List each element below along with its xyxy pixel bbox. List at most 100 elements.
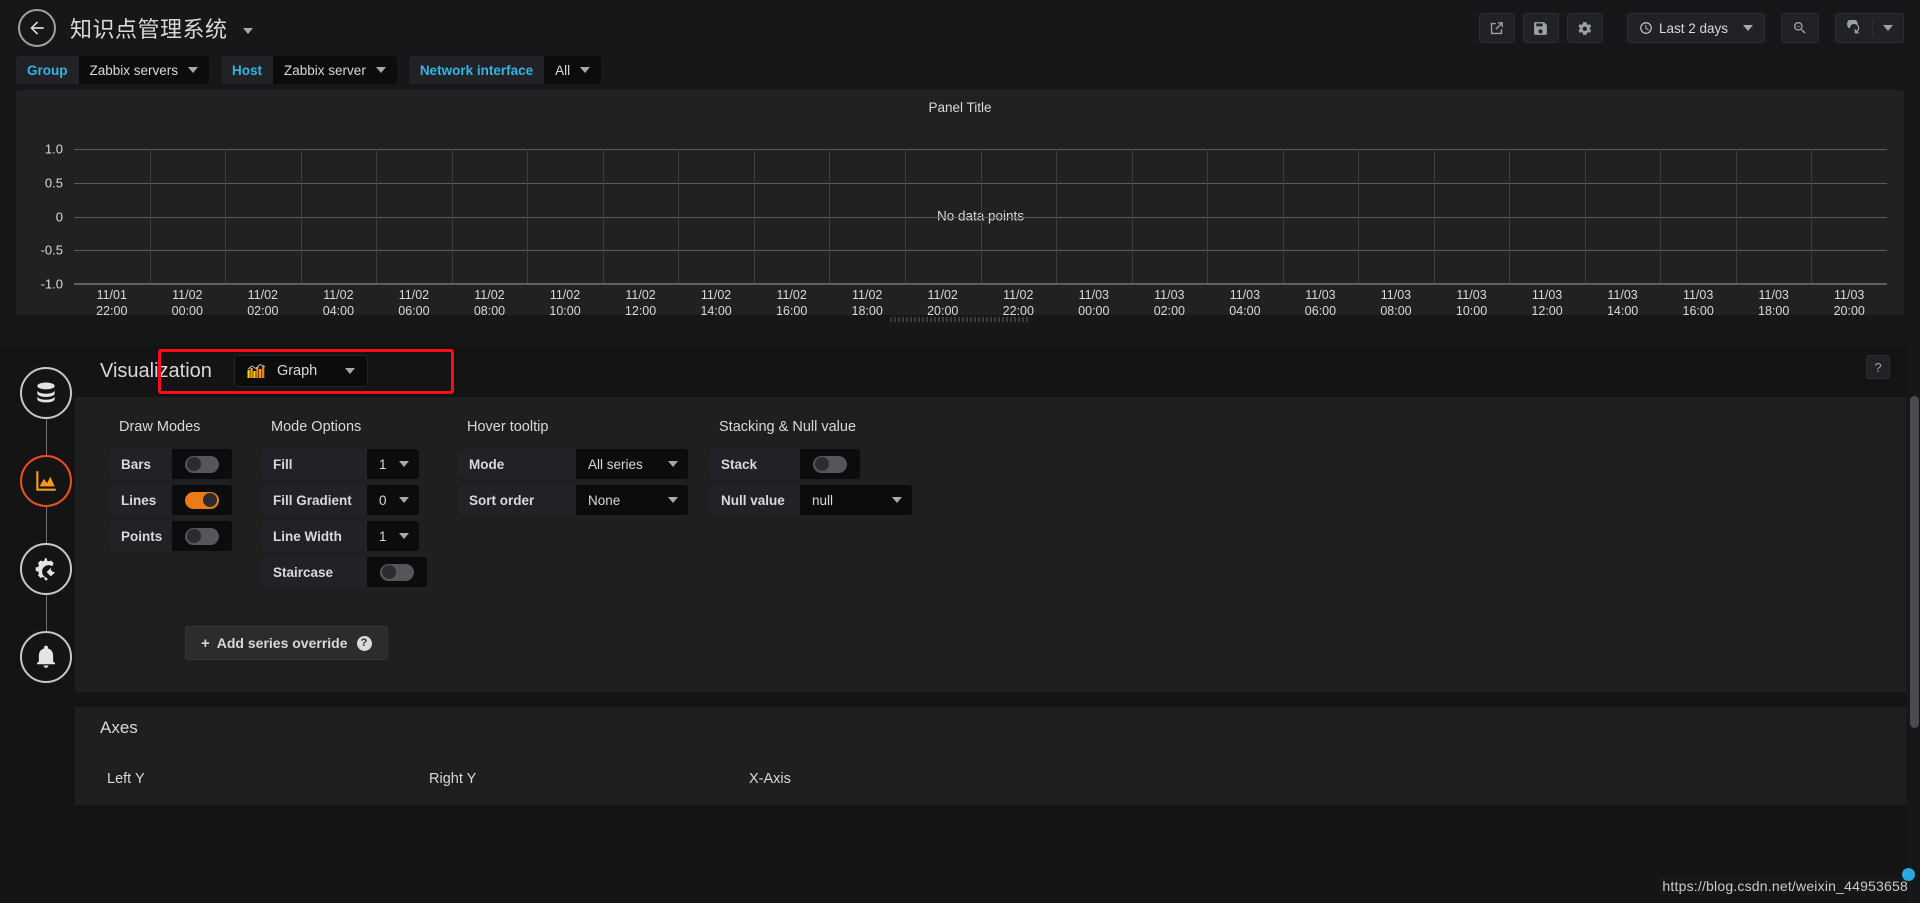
toggle-track xyxy=(813,455,847,473)
toggle-track xyxy=(185,491,219,509)
option-row-label: Fill Gradient xyxy=(262,485,367,515)
grid-line-vertical xyxy=(1509,149,1511,283)
x-axis-tick: 11/02 12:00 xyxy=(625,287,656,319)
option-select[interactable]: All series xyxy=(576,449,688,479)
dashboard-title[interactable]: 知识点管理系统 xyxy=(70,12,254,44)
x-axis-tick: 11/02 00:00 xyxy=(172,287,203,319)
visualization-label: Visualization xyxy=(100,359,212,382)
save-floppy-icon xyxy=(1534,21,1548,35)
grid-line-vertical xyxy=(1207,149,1209,283)
grid-line-vertical xyxy=(149,149,151,283)
x-axis-tick: 11/03 12:00 xyxy=(1531,287,1562,319)
x-axis-tick-date: 11/02 xyxy=(549,288,581,302)
x-axis-tick-time: 04:00 xyxy=(1229,304,1261,318)
x-axis-tick: 11/02 04:00 xyxy=(323,287,354,319)
toggle-switch[interactable] xyxy=(172,521,232,551)
plot-grid[interactable]: No data points xyxy=(74,149,1887,285)
x-axis-tick: 11/03 02:00 xyxy=(1154,287,1185,319)
template-variable-select[interactable]: All xyxy=(544,56,602,84)
toggle-switch[interactable] xyxy=(367,557,427,587)
option-select[interactable]: 1 xyxy=(367,449,419,479)
time-range-picker[interactable]: Last 2 days xyxy=(1628,14,1764,42)
share-dashboard-button[interactable] xyxy=(1478,13,1515,43)
option-row: Mode All series xyxy=(458,449,688,479)
panel-editor: Visualization Graph ? Draw Modes Bars Li… xyxy=(75,345,1906,903)
refresh-button[interactable] xyxy=(1836,14,1872,42)
option-select[interactable]: 1 xyxy=(367,521,419,551)
sidebar-tab-alert[interactable] xyxy=(20,631,72,683)
grid-line-vertical xyxy=(527,149,529,283)
graph-options-body: Draw Modes Bars Lines Points Mode Options … xyxy=(75,397,1906,692)
x-axis-tick-date: 11/03 xyxy=(1456,288,1487,302)
help-button[interactable]: ? xyxy=(1866,355,1890,379)
x-axis-tick-time: 12:00 xyxy=(624,304,657,318)
grid-line-vertical xyxy=(1433,149,1435,283)
x-axis-tick-time: 14:00 xyxy=(1606,304,1639,318)
x-axis-tick: 11/03 00:00 xyxy=(1078,287,1109,319)
axes-column-x-axis: X-Axis xyxy=(749,771,791,787)
option-row: Stack xyxy=(710,449,860,479)
template-variable-select[interactable]: Zabbix server xyxy=(273,56,397,84)
axes-column-right-y: Right Y xyxy=(429,771,477,787)
toggle-knob xyxy=(382,565,396,579)
toggle-switch[interactable] xyxy=(800,449,860,479)
top-navbar: 知识点管理系统 Last 2 days xyxy=(0,0,1920,56)
option-select[interactable]: null xyxy=(800,485,912,515)
chevron-down-icon xyxy=(399,497,409,503)
chevron-down-icon xyxy=(399,461,409,467)
x-axis-tick: 11/02 16:00 xyxy=(776,287,807,319)
option-select-value: None xyxy=(588,492,621,508)
toggle-knob xyxy=(187,457,201,471)
mode-options-title: Mode Options xyxy=(271,419,362,435)
x-axis-tick-time: 16:00 xyxy=(1682,304,1714,318)
x-axis-tick-date: 11/02 xyxy=(172,288,203,302)
option-select-value: 1 xyxy=(379,528,387,544)
toggle-track xyxy=(185,455,219,473)
option-select-value: null xyxy=(812,492,834,508)
grid-line-vertical xyxy=(904,149,906,283)
axes-title: Axes xyxy=(75,707,1906,749)
x-axis-tick: 11/01 22:00 xyxy=(96,287,127,319)
bar-chart-icon xyxy=(247,363,266,378)
sidebar-tab-queries[interactable] xyxy=(20,367,72,419)
template-variable-select[interactable]: Zabbix servers xyxy=(78,56,210,84)
sidebar-tab-visualization[interactable] xyxy=(20,455,103,507)
y-axis-tick: 0.5 xyxy=(44,175,63,191)
x-axis-tick-date: 11/03 xyxy=(1607,288,1638,302)
chevron-down-icon xyxy=(668,497,678,503)
x-axis-tick: 11/03 16:00 xyxy=(1683,287,1714,319)
scrollbar-thumb[interactable] xyxy=(1910,396,1919,728)
chevron-down-icon xyxy=(668,461,678,467)
option-select-value: All series xyxy=(588,456,643,472)
panel-resize-handle[interactable] xyxy=(890,317,1030,322)
active-tab-inner xyxy=(22,457,70,505)
x-axis-tick-time: 18:00 xyxy=(851,304,883,318)
time-controls: Last 2 days xyxy=(1626,13,1765,43)
grid-line-vertical xyxy=(225,149,227,283)
x-axis-tick-time: 22:00 xyxy=(96,304,128,318)
watermark-url: https://blog.csdn.net/weixin_44953658 xyxy=(1658,877,1912,895)
option-row-label: Mode xyxy=(458,449,576,479)
grid-line-vertical xyxy=(376,149,378,283)
zoom-out-button[interactable] xyxy=(1782,14,1818,42)
panel-title[interactable]: Panel Title xyxy=(17,91,1903,115)
save-dashboard-button[interactable] xyxy=(1522,13,1559,43)
toggle-switch[interactable] xyxy=(172,449,232,479)
mode-options-section: Mode Options Fill 1 Fill Gradient 0 Line Wid… xyxy=(262,419,458,593)
grid-line-vertical xyxy=(1056,149,1058,283)
editor-scrollbar[interactable] xyxy=(1910,348,1919,900)
dashboard-settings-button[interactable] xyxy=(1566,13,1603,43)
sidebar-tab-general[interactable] xyxy=(20,543,72,595)
x-axis-tick: 11/03 06:00 xyxy=(1305,287,1336,319)
option-row-label: Points xyxy=(110,521,172,551)
option-row: Staircase xyxy=(262,557,427,587)
option-select[interactable]: 0 xyxy=(367,485,419,515)
back-button[interactable] xyxy=(18,9,56,47)
refresh-interval-dropdown[interactable] xyxy=(1873,14,1903,42)
grid-line-vertical xyxy=(1584,149,1586,283)
option-select[interactable]: None xyxy=(576,485,688,515)
visualization-type-select[interactable]: Graph xyxy=(233,355,369,387)
add-series-override-button[interactable]: + Add series override ? xyxy=(185,626,388,660)
template-variable-value: Zabbix server xyxy=(284,62,366,78)
toggle-switch[interactable] xyxy=(172,485,232,515)
